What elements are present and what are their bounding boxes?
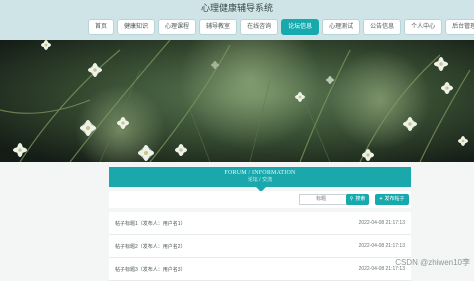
plus-icon: + — [379, 196, 383, 202]
nav-item-test[interactable]: 心理测试 — [322, 19, 361, 35]
nav-item-health-knowledge[interactable]: 健康知识 — [117, 19, 156, 35]
forum-toolbar: ⚲搜索 +发布帖子 — [109, 191, 411, 208]
search-icon: ⚲ — [349, 196, 354, 202]
add-post-button[interactable]: + 发布帖子 — [375, 194, 409, 205]
nav-item-profile[interactable]: 个人中心 — [404, 19, 443, 35]
nav-item-home[interactable]: 首页 — [88, 19, 115, 35]
nav-item-admin[interactable]: 后台管理 — [445, 19, 474, 35]
hero-banner — [0, 40, 474, 162]
post-title[interactable]: 帖子标题1（发布人：用户名1） — [115, 220, 186, 227]
site-header: 心理健康辅导系统 首页 健康知识 心理课程 辅导教室 在线咨询 论坛信息 心理测… — [0, 0, 474, 40]
search-button-label: 搜索 — [355, 196, 366, 202]
post-time: 2022-04-08 21:17:13 — [358, 220, 405, 226]
post-title[interactable]: 帖子标题3（发布人：用户名3） — [115, 266, 186, 273]
nav-item-consult[interactable]: 在线咨询 — [240, 19, 279, 35]
nav-item-forum[interactable]: 论坛信息 — [281, 19, 320, 35]
forum-title: FORUM / INFORMATION — [224, 170, 296, 176]
site-title: 心理健康辅导系统 — [200, 3, 273, 13]
main-nav: 首页 健康知识 心理课程 辅导教室 在线咨询 论坛信息 心理测试 公告信息 个人… — [88, 19, 474, 35]
list-item[interactable]: 帖子标题1（发布人：用户名1） 2022-04-08 21:17:13 — [109, 212, 411, 235]
nav-item-courses[interactable]: 心理课程 — [158, 19, 197, 35]
list-item[interactable]: 帖子标题3（发布人：用户名3） 2022-04-08 21:17:13 — [109, 258, 411, 281]
add-post-button-label: 发布帖子 — [384, 196, 405, 202]
forum-section-header: FORUM / INFORMATION 论坛 / 交流 — [109, 167, 411, 192]
nav-item-notice[interactable]: 公告信息 — [363, 19, 402, 35]
nav-item-classroom[interactable]: 辅导教室 — [199, 19, 238, 35]
forum-subtitle: 论坛 / 交流 — [247, 177, 273, 183]
search-input[interactable] — [299, 194, 349, 205]
list-item[interactable]: 帖子标题2（发布人：用户名2） 2022-04-08 21:17:13 — [109, 235, 411, 258]
watermark: CSDN @zhiwen10李 — [395, 258, 470, 267]
post-title[interactable]: 帖子标题2（发布人：用户名2） — [115, 243, 186, 250]
search-button[interactable]: ⚲ 搜索 — [346, 194, 369, 205]
post-time: 2022-04-08 21:17:13 — [358, 243, 405, 249]
banner-flower-image — [0, 40, 474, 162]
